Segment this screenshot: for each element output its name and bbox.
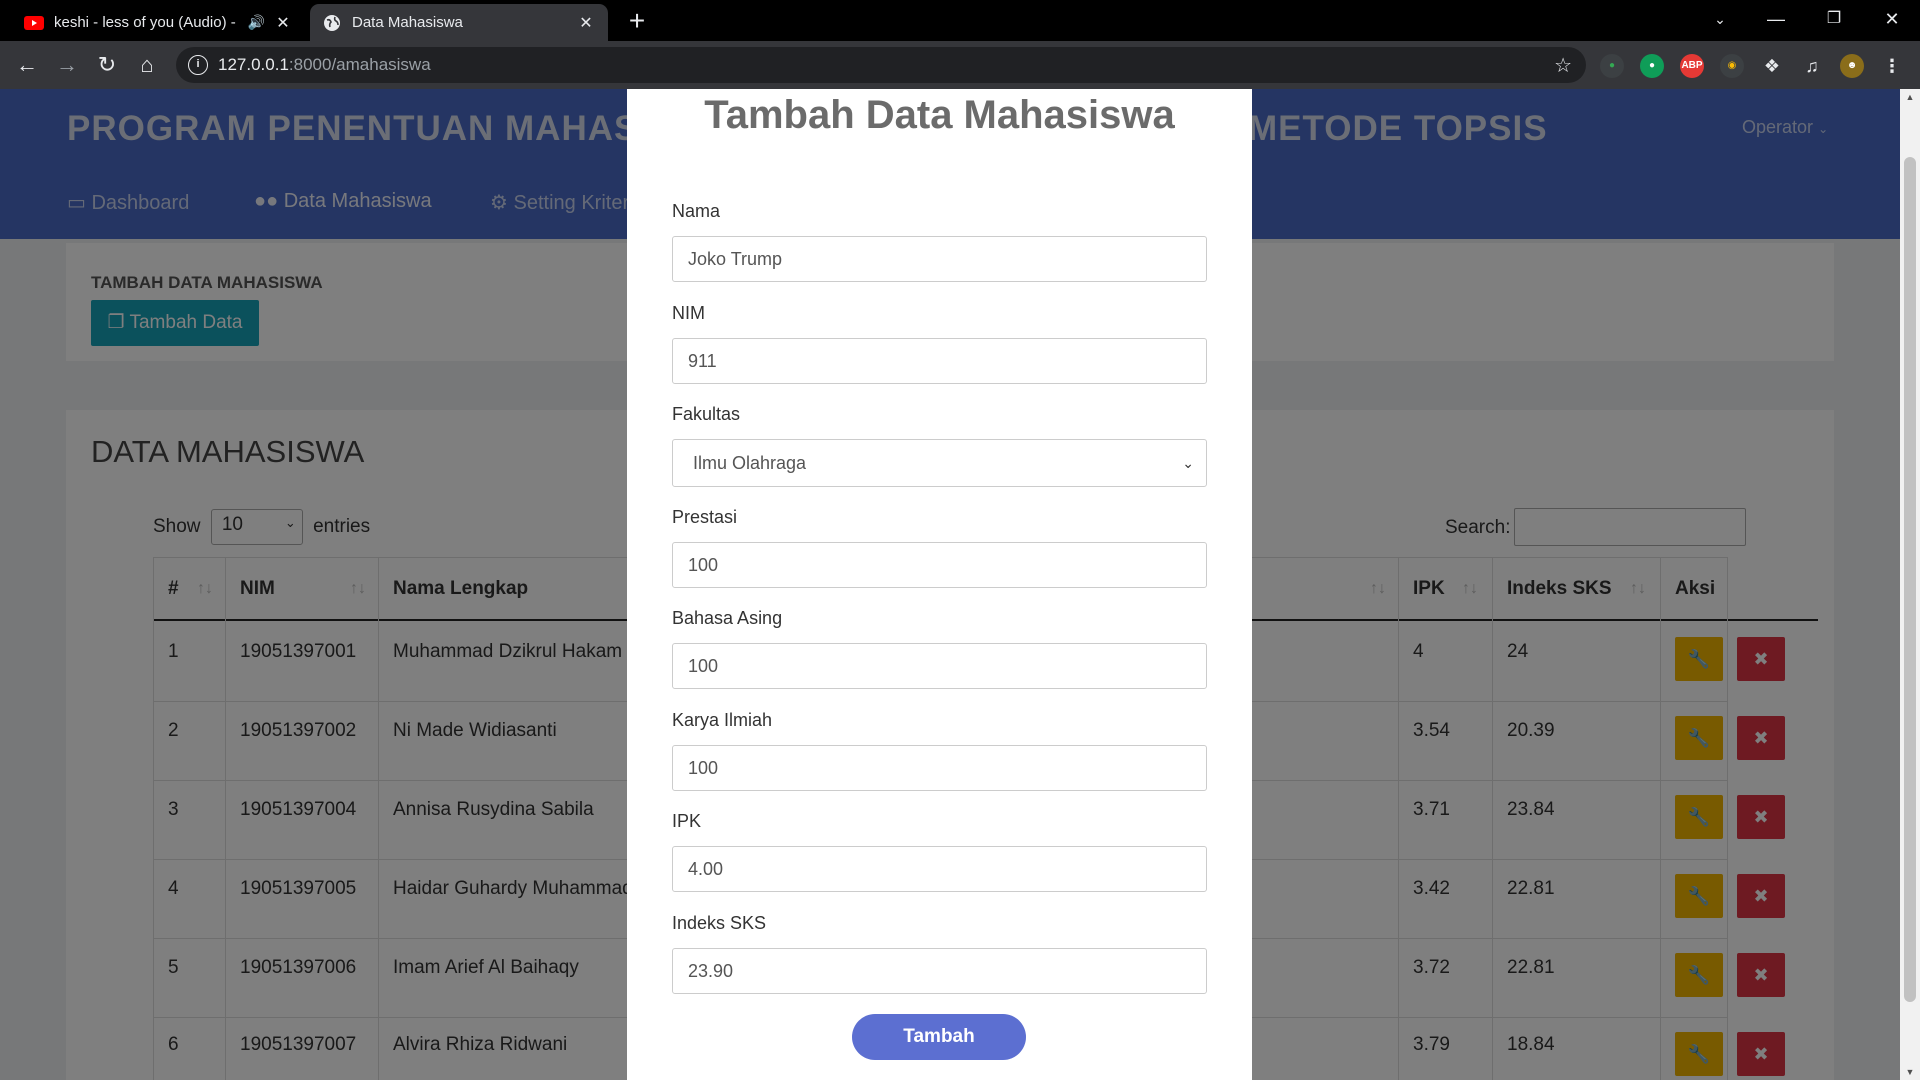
globe-icon: [322, 13, 342, 33]
karya-ilmiah-label: Karya Ilmiah: [672, 710, 773, 730]
bahasa-asing-input[interactable]: 100: [672, 643, 1207, 689]
ipk-label: IPK: [672, 811, 702, 831]
chevron-down-icon: ⌄: [1182, 455, 1194, 471]
tab-data-mahasiswa[interactable]: Data Mahasiswa ✕: [310, 4, 608, 41]
home-icon[interactable]: ⌂: [132, 50, 162, 80]
close-window-button[interactable]: ✕: [1864, 0, 1920, 41]
add-student-modal: Tambah Data Mahasiswa Nama Joko Trump NI…: [627, 89, 1252, 1080]
profile-avatar[interactable]: ☻: [1840, 54, 1864, 78]
nim-label: NIM: [672, 303, 705, 323]
youtube-icon: [24, 13, 44, 33]
back-icon[interactable]: ←: [12, 50, 42, 80]
page-scrollbar[interactable]: ▲ ▼: [1900, 89, 1920, 1080]
tab-title: keshi - less of you (Audio) - YouTube: [54, 14, 240, 31]
extension-shield-icon[interactable]: ●: [1600, 54, 1624, 78]
prestasi-input[interactable]: 100: [672, 542, 1207, 588]
minimize-button[interactable]: —: [1748, 0, 1804, 41]
tab-title: Data Mahasiswa: [352, 14, 463, 31]
adblock-icon[interactable]: ABP: [1680, 54, 1704, 78]
nim-input[interactable]: 911: [672, 338, 1207, 384]
ipk-input[interactable]: 4.00: [672, 846, 1207, 892]
nama-label: Nama: [672, 201, 721, 221]
close-tab-icon[interactable]: ✕: [576, 13, 596, 33]
scroll-down-icon[interactable]: ▼: [1900, 1064, 1920, 1080]
indeks-sks-label: Indeks SKS: [672, 913, 767, 933]
url-text: 127.0.0.1:8000/amahasiswa: [218, 55, 431, 74]
extension-eye-icon[interactable]: ◉: [1720, 54, 1744, 78]
address-bar[interactable]: i 127.0.0.1:8000/amahasiswa ☆: [176, 47, 1586, 83]
modal-title: Tambah Data Mahasiswa: [704, 93, 1175, 137]
bookmark-star-icon[interactable]: ☆: [1554, 53, 1572, 78]
nama-input[interactable]: Joko Trump: [672, 236, 1207, 282]
extension-location-icon[interactable]: ●: [1640, 54, 1664, 78]
prestasi-label: Prestasi: [672, 507, 738, 527]
new-tab-button[interactable]: +: [622, 6, 652, 36]
restore-button[interactable]: ❐: [1806, 0, 1862, 41]
tab-youtube[interactable]: keshi - less of you (Audio) - YouTube 🔊 …: [12, 4, 305, 41]
scrollbar-thumb[interactable]: [1904, 157, 1916, 1002]
scroll-up-icon[interactable]: ▲: [1900, 89, 1920, 105]
browser-tab-strip: keshi - less of you (Audio) - YouTube 🔊 …: [0, 0, 1920, 41]
bahasa-asing-label: Bahasa Asing: [672, 608, 783, 628]
tab-search-icon[interactable]: ⌄: [1692, 0, 1748, 41]
reload-icon[interactable]: ↻: [92, 50, 122, 80]
close-tab-icon[interactable]: ✕: [273, 13, 293, 33]
tambah-button[interactable]: Tambah: [852, 1014, 1026, 1060]
extensions-puzzle-icon[interactable]: ❖: [1760, 54, 1784, 78]
fakultas-select[interactable]: Ilmu Olahraga ⌄: [672, 439, 1207, 487]
browser-menu-icon[interactable]: ⋮: [1880, 54, 1904, 78]
site-info-icon[interactable]: i: [188, 55, 208, 75]
karya-ilmiah-input[interactable]: 100: [672, 745, 1207, 791]
media-control-icon[interactable]: ♫: [1800, 54, 1824, 78]
speaker-icon[interactable]: 🔊: [248, 14, 265, 31]
indeks-sks-input[interactable]: 23.90: [672, 948, 1207, 994]
fakultas-label: Fakultas: [672, 404, 741, 424]
forward-icon[interactable]: →: [52, 50, 82, 80]
